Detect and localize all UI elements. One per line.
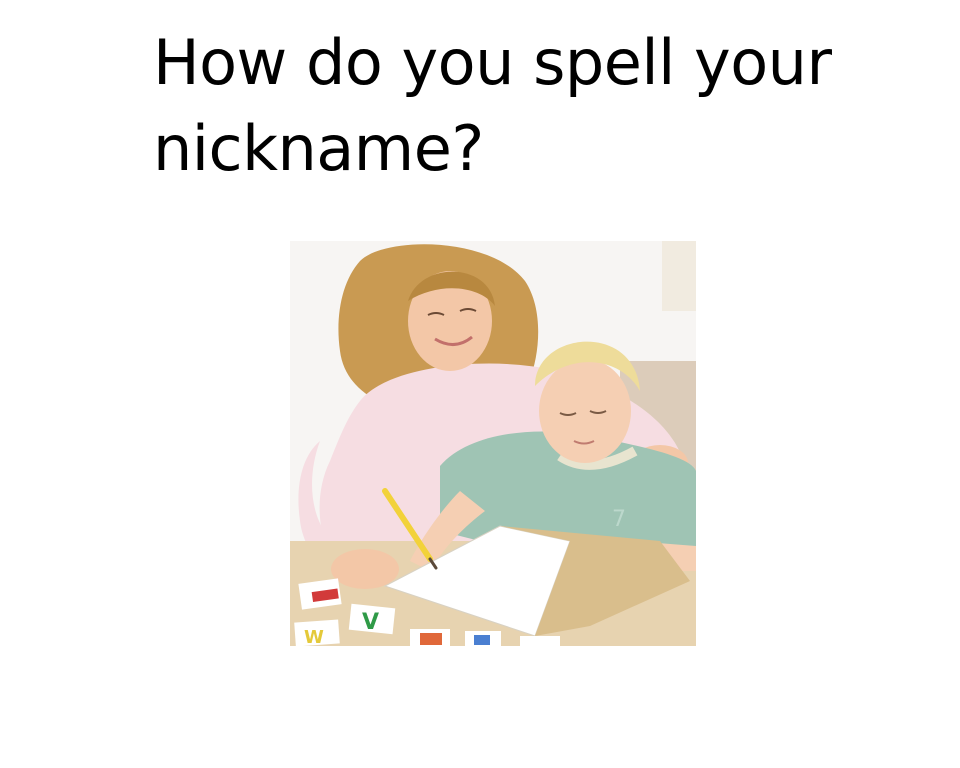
- letter-card: [520, 636, 560, 646]
- svg-text:W: W: [304, 627, 324, 646]
- woman-hand-table: [331, 549, 399, 589]
- window-frame: [662, 241, 696, 311]
- woman-helping-boy-write-photo: 7 V W: [290, 241, 696, 646]
- slide-title: How do you spell your nickname?: [153, 26, 832, 185]
- boy-face: [539, 359, 631, 463]
- letter-card-v: V: [362, 610, 379, 635]
- photo-illustration: 7 V W: [290, 241, 696, 646]
- shirt-number-decoration: 7: [612, 507, 626, 532]
